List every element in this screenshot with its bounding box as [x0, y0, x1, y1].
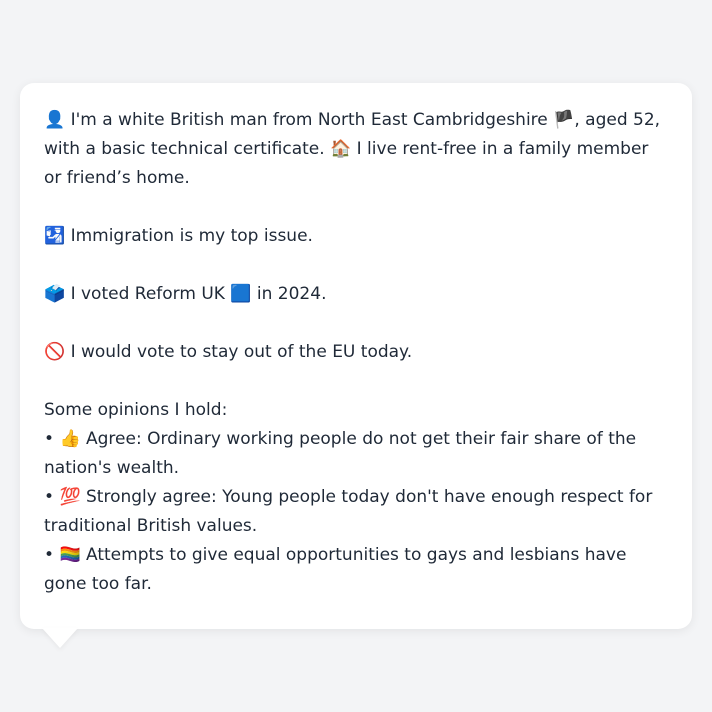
house-icon: 🏠	[330, 139, 352, 159]
opinions-heading: Some opinions I hold:	[44, 400, 228, 420]
ballot-box-icon: 🗳️	[44, 284, 66, 304]
bullet-marker: •	[44, 429, 60, 449]
bullet-marker: •	[44, 487, 60, 507]
list-item: • 🏳️‍🌈 Attempts to give equal opportunit…	[44, 541, 668, 599]
prohibited-icon: 🚫	[44, 342, 66, 362]
list-item: • 👍 Agree: Ordinary working people do no…	[44, 425, 668, 483]
person-icon: 👤	[44, 110, 66, 130]
vote-text: I voted Reform UK	[65, 284, 231, 304]
opinion-text: Agree: Ordinary working people do not ge…	[44, 429, 637, 478]
opinions-section: Some opinions I hold: • 👍 Agree: Ordinar…	[44, 396, 668, 599]
vote-paragraph: 🗳️ I voted Reform UK 🟦 in 2024.	[44, 280, 668, 309]
opinion-text: Strongly agree: Young people today don't…	[44, 487, 653, 536]
top-issue-paragraph: 🛂 Immigration is my top issue.	[44, 222, 668, 251]
bullet-marker: •	[44, 545, 60, 565]
passport-control-icon: 🛂	[44, 226, 66, 246]
intro-text: I'm a white British man from North East …	[65, 110, 554, 130]
eu-text: I would vote to stay out of the EU today…	[65, 342, 413, 362]
eu-paragraph: 🚫 I would vote to stay out of the EU tod…	[44, 338, 668, 367]
vote-year-text: in 2024.	[251, 284, 327, 304]
profile-message-card: 👤 I'm a white British man from North Eas…	[20, 83, 692, 629]
intro-paragraph: 👤 I'm a white British man from North Eas…	[44, 106, 668, 193]
speech-bubble-tail	[42, 628, 78, 648]
top-issue-text: Immigration is my top issue.	[65, 226, 313, 246]
opinion-text: Attempts to give equal opportunities to …	[44, 545, 627, 594]
party-color-icon: 🟦	[230, 284, 252, 304]
rainbow-flag-icon: 🏳️‍🌈	[59, 545, 81, 565]
england-flag-icon: 🏴	[553, 110, 575, 130]
thumbs-up-icon: 👍	[59, 429, 81, 449]
hundred-points-icon: 💯	[59, 487, 81, 507]
list-item: • 💯 Strongly agree: Young people today d…	[44, 483, 668, 541]
